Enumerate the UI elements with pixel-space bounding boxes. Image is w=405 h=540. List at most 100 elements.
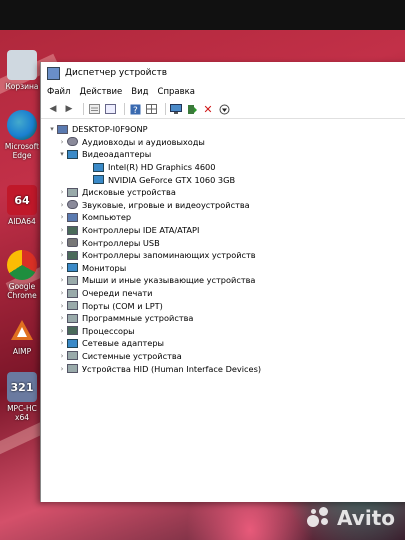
tree-item[interactable]: › Контроллеры запоминающих устройств bbox=[41, 249, 405, 262]
tree-item[interactable]: › Очереди печати bbox=[41, 287, 405, 300]
desktop-icon[interactable]: 64 AIDA64 bbox=[0, 185, 44, 226]
chevron-right-icon[interactable]: › bbox=[57, 188, 67, 196]
device-icon bbox=[67, 351, 78, 361]
update-driver-icon[interactable] bbox=[186, 103, 198, 115]
forward-icon[interactable]: ▶ bbox=[63, 103, 75, 115]
tree-item[interactable]: › Устройства HID (Human Interface Devices… bbox=[41, 362, 405, 375]
chevron-right-icon[interactable]: › bbox=[57, 276, 67, 284]
device-icon bbox=[67, 288, 78, 298]
chevron-right-icon[interactable]: › bbox=[57, 339, 67, 347]
tree-item[interactable]: ▾ Видеоадаптеры bbox=[41, 148, 405, 161]
desktop-icon-label: AIDA64 bbox=[8, 217, 36, 226]
device-icon bbox=[67, 301, 78, 311]
desktop-icon-label: MPC-HC x64 bbox=[7, 404, 37, 422]
chevron-right-icon[interactable]: › bbox=[57, 264, 67, 272]
tree-root-label: DESKTOP-I0F9ONP bbox=[72, 124, 148, 135]
chrome-icon bbox=[7, 250, 37, 280]
tree-item[interactable]: › Звуковые, игровые и видеоустройства bbox=[41, 199, 405, 212]
tree-item-label: Компьютер bbox=[82, 212, 132, 223]
grid-icon[interactable] bbox=[145, 103, 157, 115]
tree-item-label: Аудиовходы и аудиовыходы bbox=[82, 136, 205, 147]
tree-item-label: Контроллеры IDE ATA/ATAPI bbox=[82, 225, 200, 236]
menu-help[interactable]: Справка bbox=[158, 87, 195, 97]
tree-item[interactable]: › Дисковые устройства bbox=[41, 186, 405, 199]
tree-item-label: Очереди печати bbox=[82, 288, 153, 299]
device-icon bbox=[67, 250, 78, 260]
tree-item[interactable]: › Контроллеры IDE ATA/ATAPI bbox=[41, 224, 405, 237]
chevron-right-icon[interactable]: › bbox=[57, 226, 67, 234]
menu-action[interactable]: Действие bbox=[79, 87, 122, 97]
tree-item[interactable]: › Системные устройства bbox=[41, 350, 405, 363]
tree-item-label: Сетевые адаптеры bbox=[82, 338, 165, 349]
chevron-right-icon[interactable]: › bbox=[57, 201, 67, 209]
toolbar: ◀ ▶ ? ✕ bbox=[41, 100, 405, 119]
device-icon bbox=[67, 137, 78, 147]
title-bar[interactable]: Диспетчер устройств bbox=[41, 62, 405, 84]
menu-bar: Файл Действие Вид Справка bbox=[41, 84, 405, 100]
tree-item-label: Контроллеры запоминающих устройств bbox=[82, 250, 256, 261]
avito-watermark: Avito bbox=[307, 506, 395, 530]
chevron-right-icon[interactable]: › bbox=[57, 251, 67, 259]
tree-item[interactable]: Intel(R) HD Graphics 4600 bbox=[41, 161, 405, 174]
device-icon bbox=[67, 225, 78, 235]
device-icon bbox=[67, 149, 78, 159]
device-icon bbox=[67, 364, 78, 374]
help-icon[interactable]: ? bbox=[129, 103, 141, 115]
tree-item-label: Дисковые устройства bbox=[82, 187, 176, 198]
tree-item[interactable]: › Аудиовходы и аудиовыходы bbox=[41, 136, 405, 149]
desktop-icon[interactable]: AIMP bbox=[0, 315, 44, 356]
menu-file[interactable]: Файл bbox=[47, 87, 70, 97]
device-icon bbox=[67, 275, 78, 285]
chevron-right-icon[interactable]: › bbox=[57, 213, 67, 221]
chevron-down-icon[interactable]: ▾ bbox=[47, 125, 57, 133]
tree-item[interactable]: › Программные устройства bbox=[41, 312, 405, 325]
device-icon bbox=[67, 326, 78, 336]
chevron-right-icon[interactable]: › bbox=[57, 289, 67, 297]
chevron-down-icon[interactable]: ▾ bbox=[57, 150, 67, 158]
chevron-right-icon[interactable]: › bbox=[57, 365, 67, 373]
properties-icon[interactable] bbox=[88, 103, 100, 115]
watermark-text: Avito bbox=[337, 506, 395, 530]
tree-item[interactable]: › Процессоры bbox=[41, 325, 405, 338]
tree-item[interactable]: › Компьютер bbox=[41, 211, 405, 224]
chevron-right-icon[interactable]: › bbox=[57, 352, 67, 360]
tree-item-label: Порты (COM и LPT) bbox=[82, 300, 163, 311]
device-icon bbox=[67, 263, 78, 273]
toolbar-separator bbox=[124, 103, 125, 115]
desktop-icon[interactable]: Корзина bbox=[0, 50, 44, 91]
desktop-icon-label: AIMP bbox=[12, 347, 32, 356]
toolbar-separator bbox=[165, 103, 166, 115]
desktop-icon[interactable]: 321 MPC-HC x64 bbox=[0, 372, 44, 422]
chevron-right-icon[interactable]: › bbox=[57, 314, 67, 322]
download-icon[interactable] bbox=[218, 103, 230, 115]
tree-item-label: Устройства HID (Human Interface Devices) bbox=[82, 363, 262, 374]
tree-item[interactable]: › Порты (COM и LPT) bbox=[41, 299, 405, 312]
desktop-icon[interactable]: Google Chrome bbox=[0, 250, 44, 300]
desktop-icon[interactable]: Microsoft Edge bbox=[0, 110, 44, 160]
scan-hardware-icon[interactable] bbox=[170, 103, 182, 115]
show-hide-icon[interactable] bbox=[104, 103, 116, 115]
tree-item[interactable]: › Мониторы bbox=[41, 262, 405, 275]
tree-item-label: Мониторы bbox=[82, 262, 127, 273]
tree-item-label: Системные устройства bbox=[82, 350, 182, 361]
tree-item[interactable]: › Мыши и иные указывающие устройства bbox=[41, 274, 405, 287]
chevron-right-icon[interactable]: › bbox=[57, 302, 67, 310]
menu-view[interactable]: Вид bbox=[131, 87, 148, 97]
tree-item[interactable]: › Контроллеры USB bbox=[41, 236, 405, 249]
tree-item-label: Intel(R) HD Graphics 4600 bbox=[108, 162, 216, 173]
back-icon[interactable]: ◀ bbox=[47, 103, 59, 115]
edge-icon bbox=[7, 110, 37, 140]
device-icon bbox=[67, 313, 78, 323]
tree-items: › Аудиовходы и аудиовыходы ▾ Видеоадаптеры I… bbox=[41, 136, 405, 375]
chevron-right-icon[interactable]: › bbox=[57, 239, 67, 247]
uninstall-icon[interactable]: ✕ bbox=[202, 103, 214, 116]
tree-root[interactable]: ▾ DESKTOP-I0F9ONP bbox=[41, 123, 405, 136]
desktop-icon-label: Корзина bbox=[5, 82, 39, 91]
chevron-right-icon[interactable]: › bbox=[57, 327, 67, 335]
tree-item[interactable]: › Сетевые адаптеры bbox=[41, 337, 405, 350]
tree-item[interactable]: NVIDIA GeForce GTX 1060 3GB bbox=[41, 173, 405, 186]
chevron-right-icon[interactable]: › bbox=[57, 138, 67, 146]
toolbar-separator bbox=[83, 103, 84, 115]
tree-item-label: Звуковые, игровые и видеоустройства bbox=[82, 199, 250, 210]
device-manager-icon bbox=[47, 66, 60, 80]
